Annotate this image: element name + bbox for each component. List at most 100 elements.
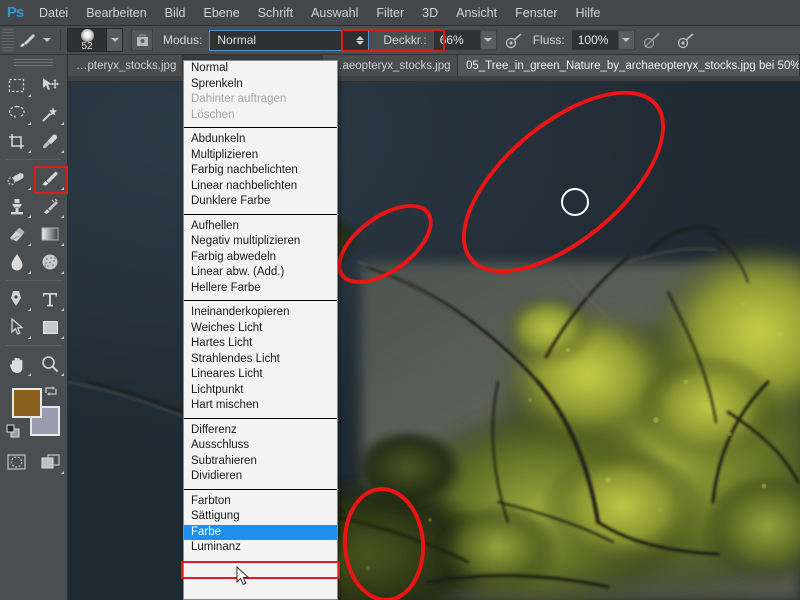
blur-tool[interactable] (0, 248, 34, 276)
menu-item-weiches-licht[interactable]: Weiches Licht (184, 321, 337, 337)
flow-label: Fluss: (532, 33, 565, 47)
menu-item-negativ-multiplizieren[interactable]: Negativ multiplizieren (184, 234, 337, 250)
default-colors-icon[interactable] (6, 424, 20, 443)
flow-input[interactable]: 100% (571, 30, 618, 50)
menu-item-lineares-licht[interactable]: Lineares Licht (184, 367, 337, 383)
swap-colors-icon[interactable] (44, 384, 58, 401)
gradient-tool[interactable] (34, 220, 68, 248)
menu-separator-3 (184, 300, 337, 301)
eyedropper-tool[interactable] (34, 127, 68, 155)
airbrush-toggle-icon[interactable] (641, 29, 663, 51)
menu-item-farbig-nachbelichten[interactable]: Farbig nachbelichten (184, 163, 337, 179)
mode-label: Modus: (163, 33, 203, 47)
menu-item-luminanz[interactable]: Luminanz (184, 540, 337, 556)
brush-preset-picker-arrow[interactable] (40, 38, 54, 42)
smoothing-options-icon[interactable] (675, 29, 697, 51)
menu-item-linear-nachbelichten[interactable]: Linear nachbelichten (184, 179, 337, 195)
menu-item-farbig-abwedeln[interactable]: Farbig abwedeln (184, 250, 337, 266)
menu-item-farbe[interactable]: Farbe (184, 524, 337, 540)
menu-separator-1 (184, 127, 337, 128)
menu-item-hart-mischen[interactable]: Hart mischen (184, 398, 337, 414)
menu-item-sprenkeln[interactable]: Sprenkeln (184, 77, 337, 93)
blend-mode-stepper-icon (356, 35, 365, 45)
menu-3d[interactable]: 3D (413, 3, 447, 23)
menu-item-hartes-licht[interactable]: Hartes Licht (184, 336, 337, 352)
menu-item-multiplizieren[interactable]: Multiplizieren (184, 148, 337, 164)
menu-item-loeschen: Löschen (191, 108, 235, 121)
menu-datei[interactable]: Datei (30, 3, 77, 23)
document-tab-3-active[interactable]: 05_Tree_in_green_Nature_by_archaeopteryx… (458, 55, 800, 76)
menu-item-subtrahieren[interactable]: Subtrahieren (184, 454, 337, 470)
history-brush-tool[interactable] (34, 192, 68, 220)
menu-auswahl[interactable]: Auswahl (302, 3, 367, 23)
menu-item-differenz[interactable]: Differenz (184, 423, 337, 439)
menu-item-normal[interactable]: Normal (184, 61, 337, 77)
menu-bild[interactable]: Bild (156, 3, 195, 23)
menu-item-linear-abw-add[interactable]: Linear abw. (Add.) (184, 265, 337, 281)
pen-tool[interactable] (0, 285, 34, 313)
blend-mode-dropdown[interactable]: Normal Sprenkeln Dahinter auftragen Lösc… (183, 60, 338, 600)
menu-item-dividieren[interactable]: Dividieren (184, 469, 337, 485)
opacity-input[interactable]: 66% (433, 30, 480, 50)
menu-separator-2 (184, 213, 337, 215)
menu-fenster[interactable]: Fenster (506, 3, 566, 23)
edit-in-quick-mask-mode[interactable] (0, 448, 34, 476)
image-canvas[interactable] (68, 82, 800, 600)
tablet-pressure-size-button[interactable] (131, 29, 153, 51)
hand-tool[interactable] (0, 350, 34, 378)
blend-mode-value: Normal (217, 33, 257, 47)
document-tab-2[interactable]: …aeopteryx_stocks.jpg × (323, 55, 458, 76)
menu-item-strahlendes-licht[interactable]: Strahlendes Licht (184, 352, 337, 368)
menu-schrift[interactable]: Schrift (249, 3, 302, 23)
flow-value: 100% (577, 33, 609, 47)
airbrush-pressure-icon[interactable] (503, 29, 525, 51)
menu-filter[interactable]: Filter (367, 3, 413, 23)
menu-bar: Ps Datei Bearbeiten Bild Ebene Schrift A… (0, 0, 800, 26)
path-selection-tool[interactable] (0, 313, 34, 341)
menu-item-dahinter-auftragen: Dahinter auftragen (191, 93, 287, 105)
brush-size-value: 52 (81, 41, 93, 52)
menu-item-ausschluss[interactable]: Ausschluss (184, 438, 337, 454)
dodge-tool[interactable] (34, 248, 68, 276)
lasso-tool[interactable] (0, 99, 34, 127)
menu-ebene[interactable]: Ebene (195, 3, 249, 23)
eraser-tool[interactable] (0, 220, 34, 248)
brush-size-preset[interactable]: 52 (67, 28, 123, 52)
menu-hilfe[interactable]: Hilfe (567, 3, 610, 23)
menu-item-farbton[interactable]: Farbton (184, 494, 337, 510)
magic-wand-tool[interactable] (34, 99, 68, 127)
flow-dropdown-arrow[interactable] (617, 30, 635, 50)
opacity-label: Deckkr.: (383, 33, 427, 47)
screen-mode[interactable] (34, 448, 68, 476)
toolbox-separator-1 (6, 159, 61, 160)
rectangle-shape-tool[interactable] (34, 313, 68, 341)
opacity-dropdown-arrow[interactable] (479, 30, 497, 50)
type-tool[interactable] (34, 285, 68, 313)
tree-photograph (68, 216, 800, 600)
rectangular-marquee-tool[interactable] (0, 71, 34, 99)
clone-stamp-tool[interactable] (0, 192, 34, 220)
crop-tool[interactable] (0, 127, 34, 155)
options-bar-grip[interactable] (2, 29, 14, 51)
menu-bearbeiten[interactable]: Bearbeiten (77, 3, 155, 23)
document-tab-1[interactable]: …pteryx_stocks.jpg × (68, 55, 183, 76)
foreground-color-swatch[interactable] (12, 388, 42, 418)
photoshop-logo: Ps (6, 4, 24, 21)
brush-preset-dropdown-arrow[interactable] (106, 29, 122, 51)
menu-item-saettigung[interactable]: Sättigung (184, 509, 337, 525)
zoom-tool[interactable] (34, 350, 68, 378)
menu-item-aufhellen[interactable]: Aufhellen (184, 219, 337, 235)
menu-item-dunklere-farbe[interactable]: Dunklere Farbe (184, 194, 337, 210)
menu-item-lichtpunkt[interactable]: Lichtpunkt (184, 383, 337, 399)
menu-item-hellere-farbe[interactable]: Hellere Farbe (184, 281, 337, 297)
options-separator-1 (60, 29, 61, 51)
toolbox-grip[interactable] (14, 59, 53, 67)
move-tool[interactable] (34, 71, 68, 99)
menu-ansicht[interactable]: Ansicht (447, 3, 506, 23)
tab-label: …aeopteryx_stocks.jpg (331, 59, 451, 72)
blend-mode-select[interactable]: Normal (209, 29, 370, 51)
brush-tool[interactable] (34, 164, 68, 192)
menu-item-abdunkeln[interactable]: Abdunkeln (184, 132, 337, 148)
spot-healing-brush-tool[interactable] (0, 164, 34, 192)
menu-item-ineinanderkopieren[interactable]: Ineinanderkopieren (184, 305, 337, 321)
